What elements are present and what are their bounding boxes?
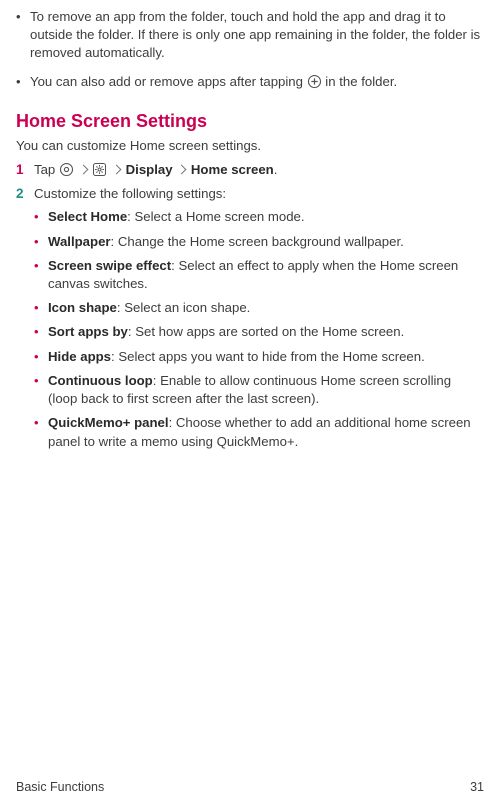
- settings-list: Select Home: Select a Home screen mode. …: [34, 208, 484, 450]
- step-2-text: Customize the following settings:: [34, 186, 226, 201]
- chevron-right-icon: [112, 164, 122, 174]
- bullet-text-prefix: You can also add or remove apps after ta…: [30, 74, 307, 89]
- setting-name: Screen swipe effect: [48, 258, 171, 273]
- chevron-right-icon: [78, 164, 88, 174]
- setting-name: Sort apps by: [48, 324, 128, 339]
- setting-name: Hide apps: [48, 349, 111, 364]
- step-1: 1 Tap Display Home screen.: [16, 161, 484, 179]
- page-footer: Basic Functions 31: [16, 779, 484, 796]
- step-2: 2 Customize the following settings: Sele…: [16, 185, 484, 451]
- list-item: Select Home: Select a Home screen mode.: [34, 208, 484, 226]
- setting-name: Wallpaper: [48, 234, 111, 249]
- setting-desc: : Select apps you want to hide from the …: [111, 349, 425, 364]
- section-subtitle: You can customize Home screen settings.: [16, 137, 484, 155]
- step-number: 1: [16, 161, 24, 180]
- home-circle-icon: [59, 162, 74, 177]
- list-item: Wallpaper: Change the Home screen backgr…: [34, 233, 484, 251]
- setting-desc: : Set how apps are sorted on the Home sc…: [128, 324, 404, 339]
- setting-name: Continuous loop: [48, 373, 153, 388]
- list-item: Continuous loop: Enable to allow continu…: [34, 372, 484, 408]
- chevron-right-icon: [177, 164, 187, 174]
- bullet-text-suffix: in the folder.: [322, 74, 398, 89]
- settings-square-icon: [92, 162, 107, 177]
- list-item: QuickMemo+ panel: Choose whether to add …: [34, 414, 484, 450]
- setting-name: Icon shape: [48, 300, 117, 315]
- setting-desc: : Change the Home screen background wall…: [111, 234, 404, 249]
- step-number: 2: [16, 185, 24, 204]
- list-item: You can also add or remove apps after ta…: [16, 73, 484, 91]
- period: .: [274, 162, 278, 177]
- setting-desc: : Select a Home screen mode.: [127, 209, 304, 224]
- intro-bullet-list: To remove an app from the folder, touch …: [16, 8, 484, 91]
- list-item: Screen swipe effect: Select an effect to…: [34, 257, 484, 293]
- bullet-text: To remove an app from the folder, touch …: [30, 9, 480, 60]
- section-heading: Home Screen Settings: [16, 109, 484, 134]
- list-item: To remove an app from the folder, touch …: [16, 8, 484, 63]
- setting-desc: : Select an icon shape.: [117, 300, 250, 315]
- list-item: Icon shape: Select an icon shape.: [34, 299, 484, 317]
- steps-list: 1 Tap Display Home screen. 2 Customize t…: [16, 161, 484, 451]
- setting-name: QuickMemo+ panel: [48, 415, 169, 430]
- tap-label: Tap: [34, 162, 59, 177]
- setting-name: Select Home: [48, 209, 127, 224]
- footer-page-number: 31: [470, 779, 484, 796]
- footer-section-name: Basic Functions: [16, 779, 104, 796]
- display-label: Display: [126, 162, 173, 177]
- list-item: Hide apps: Select apps you want to hide …: [34, 348, 484, 366]
- plus-circle-icon: [307, 74, 322, 89]
- home-screen-label: Home screen: [191, 162, 274, 177]
- list-item: Sort apps by: Set how apps are sorted on…: [34, 323, 484, 341]
